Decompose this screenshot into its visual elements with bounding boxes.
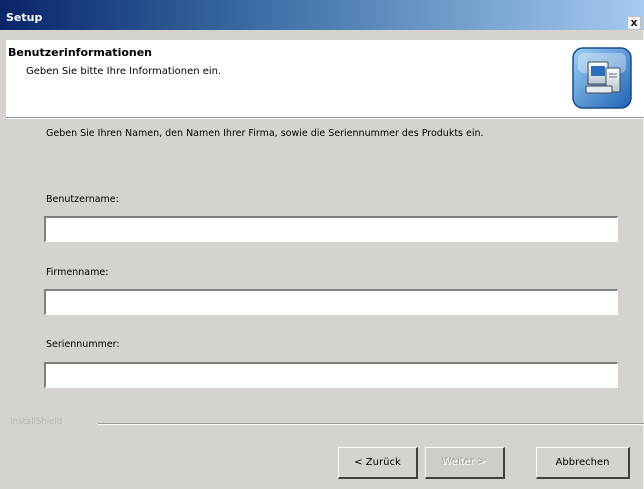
title-bar[interactable]: Setup x bbox=[0, 0, 644, 30]
page-subtitle: Geben Sie bitte Ihre Informationen ein. bbox=[26, 66, 222, 77]
close-button[interactable]: x bbox=[627, 16, 641, 30]
company-label: Firmenname: bbox=[46, 267, 109, 278]
computer-setup-icon bbox=[572, 47, 632, 109]
cancel-button[interactable]: Abbrechen bbox=[536, 447, 630, 479]
username-label: Benutzername: bbox=[46, 194, 119, 205]
serial-number-label: Seriennummer: bbox=[46, 339, 120, 350]
serial-number-field[interactable] bbox=[44, 362, 618, 388]
next-button[interactable]: Weiter > bbox=[425, 447, 505, 479]
header-panel: Benutzerinformationen Geben Sie bitte Ih… bbox=[6, 40, 644, 118]
installer-brand-label: InstallShield bbox=[10, 417, 63, 427]
window-title: Setup bbox=[6, 11, 43, 24]
setup-dialog: Setup x Benutzerinformationen Geben Sie … bbox=[0, 0, 644, 489]
instruction-text: Geben Sie Ihren Namen, den Namen Ihrer F… bbox=[46, 128, 484, 139]
header-divider bbox=[6, 118, 644, 119]
page-title: Benutzerinformationen bbox=[8, 46, 153, 59]
company-field[interactable] bbox=[44, 289, 618, 315]
username-field[interactable] bbox=[44, 216, 618, 242]
back-button[interactable]: < Zurück bbox=[338, 447, 418, 479]
footer-divider bbox=[98, 423, 644, 425]
